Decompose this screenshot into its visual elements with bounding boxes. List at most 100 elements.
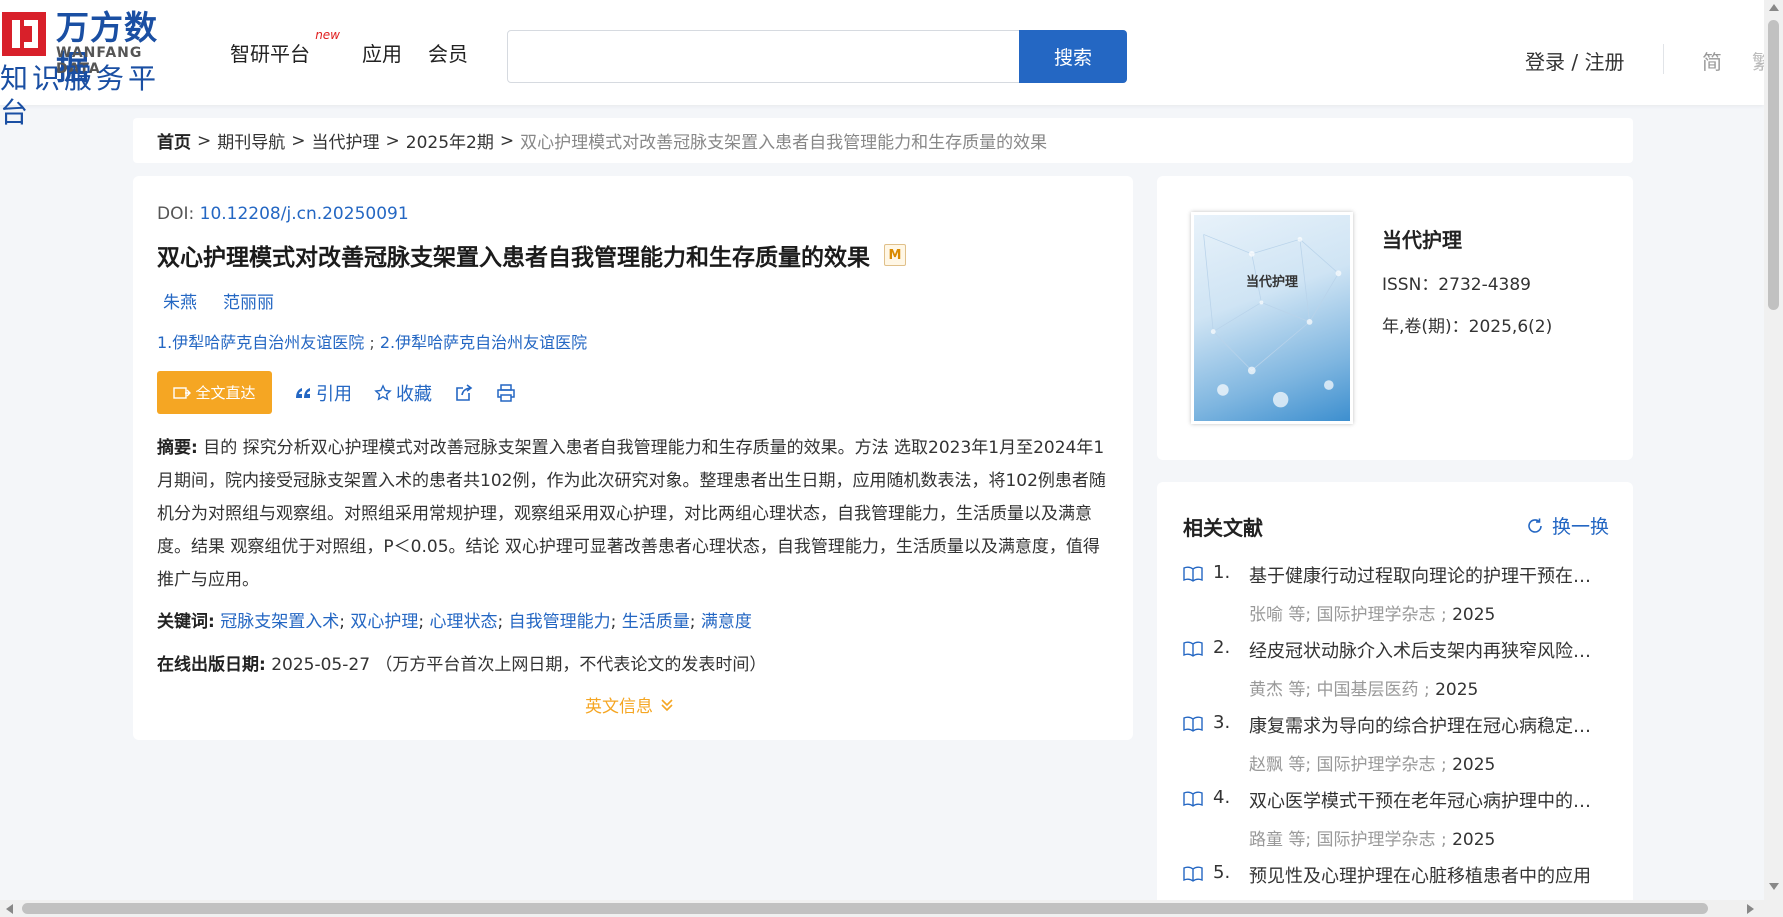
share-button[interactable] xyxy=(454,383,474,403)
scroll-left-arrow-icon[interactable] xyxy=(6,904,13,914)
related-title-link[interactable]: 经皮冠状动脉介入术后支架内再狭窄风险预... xyxy=(1249,637,1605,663)
vertical-scrollbar[interactable] xyxy=(1764,0,1783,900)
breadcrumb-journal[interactable]: 当代护理 xyxy=(312,128,380,153)
article-actions: 全文直达 引用 收藏 xyxy=(157,371,516,414)
abstract-label: 摘要: xyxy=(157,438,198,458)
meta-etc: 等; xyxy=(1283,605,1312,625)
breadcrumb-sep: > xyxy=(291,130,306,151)
related-item[interactable]: 3. 康复需求为导向的综合护理在冠心病稳定期... 赵飘 等; 国际护理学杂志 … xyxy=(1183,712,1613,787)
open-book-icon xyxy=(1183,641,1203,657)
nav-item-member[interactable]: 会员 xyxy=(428,38,468,67)
search-button[interactable]: 搜索 xyxy=(1019,30,1127,83)
related-num: 3. xyxy=(1213,712,1231,733)
keyword-link[interactable]: 心理状态 xyxy=(430,612,498,632)
full-text-button[interactable]: 全文直达 xyxy=(157,371,272,414)
vertical-scroll-thumb[interactable] xyxy=(1768,20,1779,310)
related-source: 国际护理学杂志 xyxy=(1316,605,1436,625)
related-year: 2025 xyxy=(1452,755,1496,775)
scroll-right-arrow-icon[interactable] xyxy=(1747,904,1754,914)
related-title-link[interactable]: 康复需求为导向的综合护理在冠心病稳定期... xyxy=(1249,712,1605,738)
author-list: 朱燕 范丽丽 xyxy=(163,288,274,313)
author-link[interactable]: 朱燕 xyxy=(163,288,197,313)
full-text-icon xyxy=(173,386,192,399)
wanfang-logo[interactable]: 万方数据 WANFANG DATA 知识服务平台 xyxy=(0,8,190,129)
related-title-link[interactable]: 基于健康行动过程取向理论的护理干预在冠... xyxy=(1249,562,1605,588)
related-list: 1. 基于健康行动过程取向理论的护理干预在冠... 张喻 等; 国际护理学杂志 … xyxy=(1183,562,1613,917)
english-info-toggle[interactable]: 英文信息 xyxy=(585,692,675,717)
keyword-link[interactable]: 冠脉支架置入术 xyxy=(220,612,339,632)
keyword-link[interactable]: 双心护理 xyxy=(350,612,418,632)
breadcrumb-sep: > xyxy=(385,130,400,151)
lang-simplified[interactable]: 简 xyxy=(1702,46,1722,75)
related-source: 国际护理学杂志 xyxy=(1316,830,1436,850)
open-book-icon xyxy=(1183,566,1203,582)
print-button[interactable] xyxy=(496,383,516,403)
scroll-up-arrow-icon[interactable] xyxy=(1769,4,1779,11)
keyword-link[interactable]: 满意度 xyxy=(701,612,752,632)
scroll-down-arrow-icon[interactable] xyxy=(1769,883,1779,890)
keywords: 关键词: 冠脉支架置入术; 双心护理; 心理状态; 自我管理能力; 生活质量; … xyxy=(157,612,752,632)
keyword-link[interactable]: 自我管理能力 xyxy=(509,612,611,632)
breadcrumb-current: 双心护理模式对改善冠脉支架置入患者自我管理能力和生存质量的效果 xyxy=(520,133,1048,153)
abstract-text: 目的 探究分析双心护理模式对改善冠脉支架置入患者自我管理能力和生存质量的效果。方… xyxy=(157,438,1106,590)
related-num: 4. xyxy=(1213,787,1231,808)
related-literature: 相关文献 换一换 1. 基于健康行动过程取向理论的护理干预在冠... 张喻 等;… xyxy=(1157,482,1633,917)
related-title-link[interactable]: 预见性及心理护理在心脏移植患者中的应用 xyxy=(1249,862,1605,888)
online-date: 在线出版日期: 2025-05-27 （万方平台首次上网日期，不代表论文的发表时… xyxy=(157,650,766,675)
author-link[interactable]: 范丽丽 xyxy=(223,288,274,313)
related-num: 5. xyxy=(1213,862,1231,883)
cite-button[interactable]: 引用 xyxy=(294,380,352,406)
quote-icon xyxy=(296,387,310,398)
breadcrumb-issue[interactable]: 2025年2期 xyxy=(406,128,494,153)
article-title: 双心护理模式对改善冠脉支架置入患者自我管理能力和生存质量的效果 M xyxy=(157,238,906,272)
online-date-note: （万方平台首次上网日期，不代表论文的发表时间） xyxy=(375,655,767,675)
journal-name[interactable]: 当代护理 xyxy=(1382,224,1462,253)
new-badge: new xyxy=(315,28,340,42)
logo-mark-icon xyxy=(2,12,46,56)
affiliation-sep: ; xyxy=(364,333,380,352)
affiliations: 1.伊犁哈萨克自治州友谊医院 ; 2.伊犁哈萨克自治州友谊医院 xyxy=(157,329,587,353)
related-meta: 赵飘 等; 国际护理学杂志 ; 2025 xyxy=(1249,750,1495,775)
search-box: 搜索 xyxy=(507,30,1127,83)
horizontal-scrollbar[interactable] xyxy=(0,900,1783,917)
article-title-text: 双心护理模式对改善冠脉支架置入患者自我管理能力和生存质量的效果 xyxy=(157,245,870,271)
related-title-link[interactable]: 双心医学模式干预在老年冠心病护理中的效果 xyxy=(1249,787,1605,813)
meta-etc: 等; xyxy=(1283,680,1312,700)
related-item[interactable]: 2. 经皮冠状动脉介入术后支架内再狭窄风险预... 黄杰 等; 中国基层医药 ;… xyxy=(1183,637,1613,712)
login-register-link[interactable]: 登录 / 注册 xyxy=(1525,46,1624,75)
m-badge-icon[interactable]: M xyxy=(884,244,906,266)
open-book-icon xyxy=(1183,791,1203,807)
nav-item-zhiyan[interactable]: 智研平台 new xyxy=(230,28,340,67)
affiliation-link[interactable]: 2.伊犁哈萨克自治州友谊医院 xyxy=(380,333,587,352)
keyword-link[interactable]: 生活质量 xyxy=(622,612,690,632)
breadcrumb: 首页 > 期刊导航 > 当代护理 > 2025年2期 > 双心护理模式对改善冠脉… xyxy=(133,118,1633,163)
doi-link[interactable]: 10.12208/j.cn.20250091 xyxy=(200,204,409,224)
favorite-button[interactable]: 收藏 xyxy=(374,380,432,406)
related-author: 赵飘 xyxy=(1249,755,1283,775)
breadcrumb-home[interactable]: 首页 xyxy=(157,128,191,153)
related-year: 2025 xyxy=(1435,680,1479,700)
online-date-value: 2025-05-27 xyxy=(271,655,371,675)
related-meta: 张喻 等; 国际护理学杂志 ; 2025 xyxy=(1249,600,1495,625)
affiliation-link[interactable]: 1.伊犁哈萨克自治州友谊医院 xyxy=(157,333,364,352)
horizontal-scroll-thumb[interactable] xyxy=(22,903,1708,914)
breadcrumb-journal-nav[interactable]: 期刊导航 xyxy=(217,128,285,153)
online-date-label: 在线出版日期: xyxy=(157,655,266,675)
related-item[interactable]: 1. 基于健康行动过程取向理论的护理干预在冠... 张喻 等; 国际护理学杂志 … xyxy=(1183,562,1613,637)
meta-sep: ; xyxy=(1418,680,1436,700)
open-book-icon xyxy=(1183,716,1203,732)
refresh-button[interactable]: 换一换 xyxy=(1526,512,1609,539)
refresh-label: 换一换 xyxy=(1551,516,1609,538)
nav-item-apps[interactable]: 应用 xyxy=(362,38,402,67)
abstract: 摘要: 目的 探究分析双心护理模式对改善冠脉支架置入患者自我管理能力和生存质量的… xyxy=(157,432,1109,597)
article-card: DOI: 10.12208/j.cn.20250091 双心护理模式对改善冠脉支… xyxy=(133,176,1133,740)
meta-etc: 等; xyxy=(1283,830,1312,850)
cover-title: 当代护理 xyxy=(1246,275,1299,290)
journal-cover[interactable]: 当代护理 xyxy=(1191,212,1353,424)
meta-sep: ; xyxy=(1435,605,1453,625)
favorite-label: 收藏 xyxy=(396,383,432,405)
search-input[interactable] xyxy=(508,31,1018,82)
journal-volume: 年,卷(期)：2025,6(2) xyxy=(1382,317,1553,337)
related-num: 1. xyxy=(1213,562,1231,583)
related-item[interactable]: 4. 双心医学模式干预在老年冠心病护理中的效果 路童 等; 国际护理学杂志 ; … xyxy=(1183,787,1613,862)
